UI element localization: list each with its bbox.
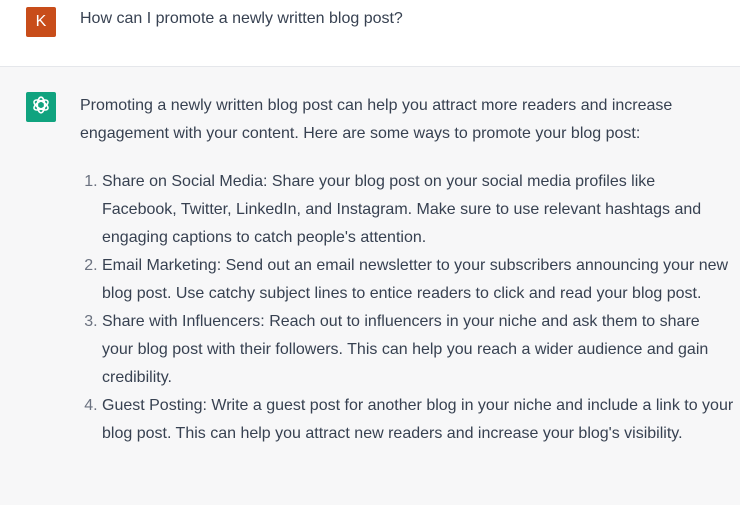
assistant-message-body: Promoting a newly written blog post can … xyxy=(80,92,734,448)
user-message-text: How can I promote a newly written blog p… xyxy=(80,10,403,27)
assistant-message-row: Promoting a newly written blog post can … xyxy=(0,67,740,505)
user-message-row: K How can I promote a newly written blog… xyxy=(0,0,740,67)
user-avatar: K xyxy=(26,7,56,37)
openai-logo-icon xyxy=(30,94,52,121)
list-item: Guest Posting: Write a guest post for an… xyxy=(102,392,734,448)
assistant-intro-text: Promoting a newly written blog post can … xyxy=(80,97,673,142)
answer-list: Share on Social Media: Share your blog p… xyxy=(80,168,734,448)
list-item: Share with Influencers: Reach out to inf… xyxy=(102,308,734,392)
list-item: Email Marketing: Send out an email newsl… xyxy=(102,252,734,308)
assistant-avatar xyxy=(26,92,56,122)
list-item: Share on Social Media: Share your blog p… xyxy=(102,168,734,252)
